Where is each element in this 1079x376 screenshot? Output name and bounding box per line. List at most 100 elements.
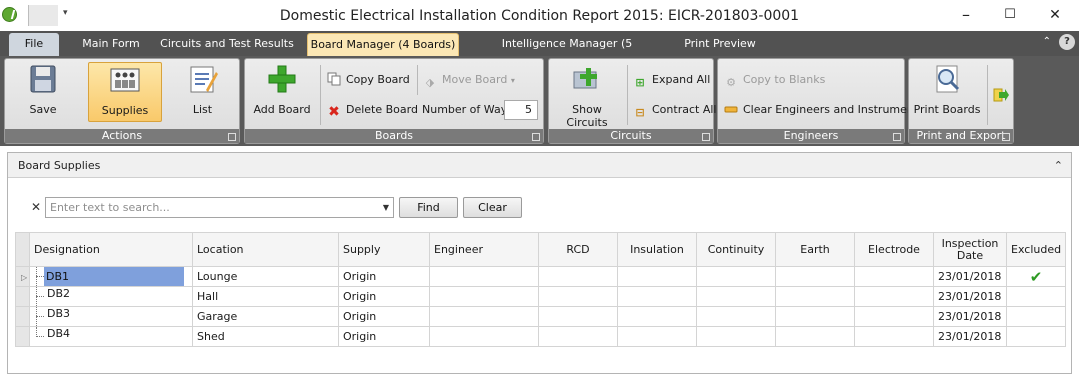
earth-cell[interactable]	[775, 306, 855, 327]
row-selector[interactable]	[15, 286, 30, 307]
table-row[interactable]: DB4 Shed Origin 23/01/2018	[15, 326, 1067, 347]
tab-print-preview[interactable]: Print Preview	[677, 33, 763, 56]
earth-cell[interactable]	[775, 266, 855, 287]
engineer-cell[interactable]	[429, 286, 539, 307]
clear-button[interactable]: Clear	[463, 197, 522, 218]
table-row[interactable]: DB2 Hall Origin 23/01/2018	[15, 286, 1067, 307]
insulation-cell[interactable]	[617, 326, 697, 347]
boards-launcher-icon[interactable]	[532, 133, 540, 141]
inspection-date-cell[interactable]: 23/01/2018	[933, 326, 1007, 347]
move-board-button[interactable]: ⬗ Move Board ▾	[423, 71, 515, 89]
find-button[interactable]: Find	[399, 197, 458, 218]
row-selector-icon[interactable]: ▷	[15, 266, 30, 287]
supplies-button[interactable]: Supplies	[88, 62, 162, 122]
insulation-cell[interactable]	[617, 266, 697, 287]
supply-cell[interactable]: Origin	[338, 266, 430, 287]
clear-engineers-button[interactable]: Clear Engineers and Instruments	[724, 101, 924, 119]
help-icon[interactable]: ?	[1059, 34, 1075, 50]
actions-launcher-icon[interactable]	[228, 133, 236, 141]
search-dropdown-icon[interactable]: ▼	[383, 198, 389, 217]
show-circuits-button[interactable]: Show Circuits	[551, 62, 623, 129]
supply-cell[interactable]: Origin	[338, 286, 430, 307]
col-excluded[interactable]: Excluded	[1005, 232, 1067, 267]
electrode-cell[interactable]	[854, 266, 934, 287]
print-boards-button[interactable]: Print Boards	[912, 62, 982, 122]
minimize-button[interactable]: –	[949, 4, 983, 26]
rcd-cell[interactable]	[538, 266, 618, 287]
add-board-button[interactable]: Add Board	[251, 62, 313, 122]
col-electrode[interactable]: Electrode	[854, 232, 934, 267]
excluded-cell[interactable]: ✔	[1005, 266, 1067, 287]
tab-main-form[interactable]: Main Form	[76, 33, 146, 56]
location-cell[interactable]: Hall	[192, 286, 339, 307]
col-inspection-date[interactable]: Inspection Date	[933, 232, 1007, 267]
table-row[interactable]: ▷ DB1 Lounge Origin 23/01/2018 ✔	[15, 266, 1067, 287]
col-rcd[interactable]: RCD	[538, 232, 618, 267]
continuity-cell[interactable]	[696, 306, 776, 327]
inspection-date-cell[interactable]: 23/01/2018	[933, 266, 1007, 287]
electrode-cell[interactable]	[854, 306, 934, 327]
engineer-cell[interactable]	[429, 306, 539, 327]
save-button[interactable]: Save	[13, 62, 73, 122]
col-designation[interactable]: Designation	[29, 232, 193, 267]
number-of-ways-input[interactable]: 5	[504, 100, 538, 120]
location-cell[interactable]: Shed	[192, 326, 339, 347]
print-export-launcher-icon[interactable]	[1002, 133, 1010, 141]
excluded-cell[interactable]	[1005, 286, 1067, 307]
tab-intelligence-manager[interactable]: Intelligence Manager (5 Statements)	[470, 33, 664, 72]
designation-cell[interactable]: DB3	[29, 306, 193, 327]
tab-circuits-test-results[interactable]: Circuits and Test Results	[158, 33, 296, 56]
inspection-date-cell[interactable]: 23/01/2018	[933, 306, 1007, 327]
electrode-cell[interactable]	[854, 286, 934, 307]
maximize-button[interactable]: ☐	[993, 4, 1027, 26]
engineer-cell[interactable]	[429, 326, 539, 347]
insulation-cell[interactable]	[617, 306, 697, 327]
row-selector[interactable]	[15, 306, 30, 327]
excluded-cell[interactable]	[1005, 326, 1067, 347]
search-input[interactable]: Enter text to search... ▼	[45, 197, 394, 218]
delete-board-button[interactable]: ✖ Delete Board	[327, 101, 418, 119]
copy-to-blanks-button[interactable]: ⚙ Copy to Blanks	[724, 71, 825, 89]
designation-cell[interactable]: DB4	[29, 326, 193, 347]
earth-cell[interactable]	[775, 326, 855, 347]
rcd-cell[interactable]	[538, 306, 618, 327]
electrode-cell[interactable]	[854, 326, 934, 347]
col-earth[interactable]: Earth	[775, 232, 855, 267]
copy-board-button[interactable]: Copy Board	[327, 71, 410, 89]
close-button[interactable]: ✕	[1038, 4, 1072, 26]
designation-cell[interactable]: DB1	[29, 266, 193, 287]
continuity-cell[interactable]	[696, 326, 776, 347]
location-cell[interactable]: Garage	[192, 306, 339, 327]
col-continuity[interactable]: Continuity	[696, 232, 776, 267]
circuits-launcher-icon[interactable]	[702, 133, 710, 141]
earth-cell[interactable]	[775, 286, 855, 307]
col-supply[interactable]: Supply	[338, 232, 430, 267]
row-selector[interactable]	[15, 326, 30, 347]
rcd-cell[interactable]	[538, 286, 618, 307]
rcd-cell[interactable]	[538, 326, 618, 347]
expand-all-button[interactable]: ⊞ Expand All	[633, 71, 710, 89]
col-location[interactable]: Location	[192, 232, 339, 267]
collapse-panel-icon[interactable]: ⌃	[1054, 153, 1063, 178]
tab-board-manager[interactable]: Board Manager (4 Boards)	[307, 33, 459, 56]
list-button[interactable]: List	[175, 62, 230, 122]
col-insulation[interactable]: Insulation	[617, 232, 697, 267]
ribbon-minimize-icon[interactable]: ⌃	[1043, 36, 1051, 47]
engineers-launcher-icon[interactable]	[893, 133, 901, 141]
location-cell[interactable]: Lounge	[192, 266, 339, 287]
export-button[interactable]	[993, 87, 1012, 105]
table-row[interactable]: DB3 Garage Origin 23/01/2018	[15, 306, 1067, 327]
inspection-date-cell[interactable]: 23/01/2018	[933, 286, 1007, 307]
col-engineer[interactable]: Engineer	[429, 232, 539, 267]
continuity-cell[interactable]	[696, 266, 776, 287]
excluded-cell[interactable]	[1005, 306, 1067, 327]
engineer-cell[interactable]	[429, 266, 539, 287]
supply-cell[interactable]: Origin	[338, 306, 430, 327]
insulation-cell[interactable]	[617, 286, 697, 307]
continuity-cell[interactable]	[696, 286, 776, 307]
tab-file[interactable]: File	[9, 33, 59, 56]
supply-cell[interactable]: Origin	[338, 326, 430, 347]
designation-cell[interactable]: DB2	[29, 286, 193, 307]
clear-search-icon[interactable]: ✕	[31, 200, 41, 214]
contract-all-button[interactable]: ⊟ Contract All	[633, 101, 716, 119]
